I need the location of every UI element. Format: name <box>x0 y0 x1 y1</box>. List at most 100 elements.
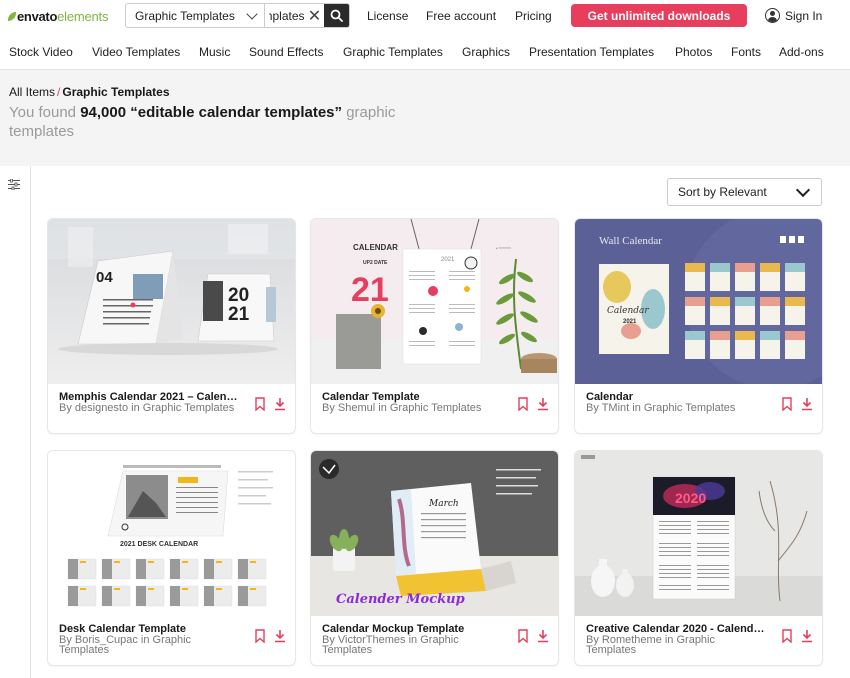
wall-calendar-preview-image: Wall Calendar Calendar 2021 <box>575 219 822 384</box>
card-actions <box>517 397 549 411</box>
category-add-ons[interactable]: Add-ons <box>779 45 824 59</box>
card-thumbnail[interactable]: March Calender Mockup <box>311 451 558 616</box>
leaf-icon <box>8 11 16 21</box>
card-actions <box>781 397 813 411</box>
result-card[interactable]: Wall Calendar Calendar 2021 Calendar By … <box>575 219 822 433</box>
card4-desk-calendar-label: 2021 DESK CALENDAR <box>120 541 198 548</box>
card-author[interactable]: By VictorThemes in Graphic Templates <box>322 635 502 656</box>
results-header: All Items / Graphic Templates You found 94… <box>0 71 850 166</box>
bookmark-icon[interactable] <box>254 629 266 643</box>
card3-year: 2021 <box>623 319 637 325</box>
top-bar: envato elements Graphic Templates ✕ Lice… <box>0 0 850 32</box>
results-summary: You found 94,000 “editable calendar temp… <box>9 103 439 141</box>
card2-update-label: UP2 DATE <box>363 260 388 266</box>
category-presentation-templates[interactable]: Presentation Templates <box>529 45 654 59</box>
desk-calendar-template-preview-image: 2021 DESK CALENDAR <box>48 451 295 616</box>
nav-free-account[interactable]: Free account <box>426 9 496 23</box>
sort-label: Sort by Relevant <box>678 185 767 199</box>
download-icon[interactable] <box>801 629 813 643</box>
category-sound-effects[interactable]: Sound Effects <box>249 45 324 59</box>
search-input[interactable] <box>264 4 305 27</box>
result-card[interactable]: 04 20 21 Memphis Calendar 2021 – Calenda… <box>48 219 295 433</box>
card-thumbnail[interactable]: CALENDAR UP2 DATE 21 2021 ▸ ━━━━━━━ <box>311 219 558 384</box>
breadcrumb-all-items[interactable]: All Items <box>9 85 55 99</box>
svg-text:▸ ━━━━━━━: ▸ ━━━━━━━ <box>496 246 511 250</box>
bookmark-icon[interactable] <box>517 629 529 643</box>
card-author[interactable]: By TMint in Graphic Templates <box>586 403 766 414</box>
bookmark-icon[interactable] <box>781 397 793 411</box>
results-count: 94,000 <box>80 104 127 121</box>
sign-in-link[interactable]: Sign In <box>765 8 822 23</box>
download-icon[interactable] <box>801 397 813 411</box>
card-author[interactable]: By Shemul in Graphic Templates <box>322 403 502 414</box>
sign-in-label: Sign In <box>785 8 823 23</box>
bookmark-icon[interactable] <box>254 397 266 411</box>
logo-elements-text: elements <box>57 8 109 24</box>
card6-year-label: 2020 <box>675 490 706 506</box>
search-category-label: Graphic Templates <box>135 8 235 23</box>
card-actions <box>254 629 286 643</box>
card-author[interactable]: By designesto in Graphic Templates <box>59 403 239 414</box>
result-card[interactable]: 2021 DESK CALENDAR Desk Calendar Templat… <box>48 451 295 665</box>
category-photos[interactable]: Photos <box>675 45 712 59</box>
card2-year: 2021 <box>441 257 455 263</box>
envato-elements-logo[interactable]: envato elements <box>8 8 108 24</box>
filter-icon[interactable] <box>8 179 20 190</box>
card-thumbnail[interactable]: 2021 DESK CALENDAR <box>48 451 295 616</box>
desk-calendar-preview-image: 04 20 21 <box>48 219 295 384</box>
search-category-select[interactable]: Graphic Templates <box>126 4 265 27</box>
bookmark-icon[interactable] <box>781 629 793 643</box>
category-fonts[interactable]: Fonts <box>731 45 761 59</box>
card1-number-04: 04 <box>96 269 113 286</box>
category-stock-video[interactable]: Stock Video <box>9 45 73 59</box>
filter-sidebar <box>0 166 31 678</box>
category-graphics[interactable]: Graphics <box>462 45 510 59</box>
breadcrumb-current: Graphic Templates <box>62 85 170 99</box>
get-unlimited-downloads-button[interactable]: Get unlimited downloads <box>571 4 747 27</box>
nav-license[interactable]: License <box>367 9 408 23</box>
bookmark-icon[interactable] <box>517 397 529 411</box>
category-video-templates[interactable]: Video Templates <box>92 45 180 59</box>
logo-envato-text: envato <box>17 8 58 24</box>
chevron-down-icon <box>245 7 258 20</box>
result-card[interactable]: March Calender Mockup Calendar Mockup Te… <box>311 451 558 665</box>
card-actions <box>254 397 286 411</box>
user-icon <box>765 8 780 23</box>
card5-month-label: March <box>428 499 459 509</box>
category-nav: Stock Video Video Templates Music Sound … <box>0 32 850 70</box>
results-query: “editable calendar templates” <box>130 104 343 121</box>
download-icon[interactable] <box>537 629 549 643</box>
results-main: Sort by Relevant 04 20 21 Memphis Calend… <box>0 166 850 678</box>
sort-dropdown[interactable]: Sort by Relevant <box>667 178 822 206</box>
search-button[interactable] <box>324 4 349 27</box>
card2-calendar-header: CALENDAR <box>353 243 398 252</box>
download-icon[interactable] <box>274 397 286 411</box>
search-bar: Graphic Templates ✕ <box>125 3 350 28</box>
card3-calendar-script: Calendar <box>607 306 649 316</box>
creative-calendar-preview-image: 2020 <box>575 451 822 616</box>
clear-search-icon[interactable]: ✕ <box>305 4 325 27</box>
download-icon[interactable] <box>274 629 286 643</box>
card-actions <box>517 629 549 643</box>
nav-pricing[interactable]: Pricing <box>515 9 552 23</box>
category-music[interactable]: Music <box>199 45 230 59</box>
card-author[interactable]: By Boris_Cupac in Graphic Templates <box>59 635 239 656</box>
breadcrumb-separator: / <box>57 85 61 99</box>
card-thumbnail[interactable]: Wall Calendar Calendar 2021 <box>575 219 822 384</box>
card-thumbnail[interactable]: 2020 <box>575 451 822 616</box>
result-card[interactable]: CALENDAR UP2 DATE 21 2021 ▸ ━━━━━━━ Cale… <box>311 219 558 433</box>
card3-wall-calendar: Wall Calendar <box>599 235 662 247</box>
card1-number-20: 20 <box>228 285 249 306</box>
category-graphic-templates[interactable]: Graphic Templates <box>343 45 443 59</box>
breadcrumb: All Items / Graphic Templates <box>9 85 170 99</box>
result-card[interactable]: 2020 Creative Calendar 2020 - Calendar B… <box>575 451 822 665</box>
calendar-mockup-preview-image: March Calender Mockup <box>311 451 558 616</box>
download-icon[interactable] <box>537 397 549 411</box>
card1-number-21: 21 <box>228 304 250 325</box>
card-thumbnail[interactable]: 04 20 21 <box>48 219 295 384</box>
search-icon <box>330 9 344 22</box>
results-prefix: You found <box>9 104 77 121</box>
card-author[interactable]: By Rometheme in Graphic Templates <box>586 635 766 656</box>
chevron-down-icon <box>795 182 811 198</box>
card5-calender-mockup-label: Calender Mockup <box>336 592 465 607</box>
